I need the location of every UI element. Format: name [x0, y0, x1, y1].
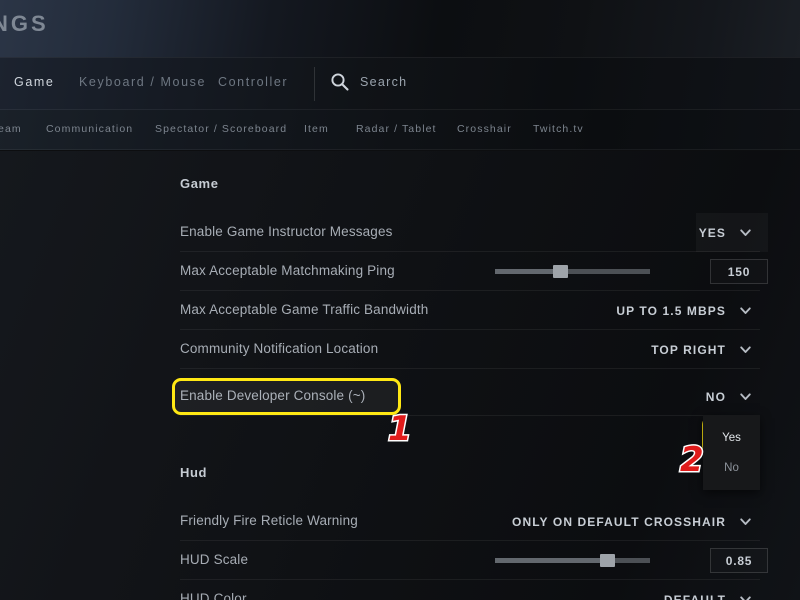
setting-value[interactable]: TOP RIGHT: [651, 343, 726, 357]
setting-label: Enable Developer Console (~): [180, 388, 366, 403]
setting-label: HUD Color: [180, 591, 247, 600]
chevron-down-icon[interactable]: [739, 390, 752, 403]
dropdown-option-label: Yes: [722, 432, 741, 444]
subnav-item-item[interactable]: Item: [304, 123, 329, 135]
setting-label: HUD Scale: [180, 552, 249, 567]
setting-value: 150: [727, 265, 751, 279]
setting-row-max-acceptable-matchmaking-ping[interactable]: Max Acceptable Matchmaking Ping 150: [180, 252, 768, 291]
setting-row-enable-developer-console[interactable]: Enable Developer Console (~) NO: [180, 377, 760, 416]
page-title: NGS: [0, 11, 49, 36]
annotation-marker-2: 2: [679, 440, 706, 480]
chevron-down-icon[interactable]: [739, 226, 752, 239]
dropdown-option-yes[interactable]: Yes: [703, 423, 760, 453]
slider-handle[interactable]: [553, 265, 569, 278]
chevron-down-icon[interactable]: [739, 343, 752, 356]
section-title-hud: Hud: [180, 465, 208, 480]
chevron-down-icon[interactable]: [739, 593, 752, 600]
setting-slider[interactable]: [495, 554, 650, 567]
subnav-item-eam[interactable]: eam: [0, 123, 22, 135]
setting-value-input[interactable]: 150: [710, 259, 768, 284]
annotation-marker-1: 1: [387, 409, 414, 449]
slider-handle[interactable]: [599, 554, 615, 567]
setting-label: Friendly Fire Reticle Warning: [180, 513, 358, 528]
setting-value[interactable]: DEFAULT: [664, 593, 726, 600]
search-label: Search: [360, 75, 408, 89]
setting-label: Max Acceptable Matchmaking Ping: [180, 263, 395, 278]
setting-value[interactable]: YES: [699, 226, 726, 240]
setting-row-friendly-fire-reticle-warning[interactable]: Friendly Fire Reticle Warning ONLY ON DEF…: [180, 502, 760, 541]
setting-row-community-notification-location[interactable]: Community Notification Location TOP RIGHT: [180, 330, 760, 369]
setting-value[interactable]: UP TO 1.5 MBPS: [616, 304, 726, 318]
slider-fill: [495, 269, 561, 274]
slider-fill: [495, 558, 607, 563]
settings-window: NGS Game Keyboard / Mouse Controller Searc…: [0, 0, 800, 600]
tab-separator: [314, 67, 315, 101]
tab-controller[interactable]: Controller: [218, 75, 288, 89]
dropdown-option-label: No: [724, 462, 739, 474]
chevron-down-icon[interactable]: [739, 304, 752, 317]
search-icon: [330, 72, 350, 92]
setting-label: Enable Game Instructor Messages: [180, 224, 393, 239]
setting-label: Community Notification Location: [180, 341, 379, 356]
dropdown-option-no[interactable]: No: [703, 453, 760, 483]
subnav-item-crosshair[interactable]: Crosshair: [457, 123, 512, 135]
section-title-game: Game: [180, 176, 219, 191]
chevron-down-icon[interactable]: [739, 515, 752, 528]
developer-console-dropdown-panel[interactable]: Yes No: [703, 415, 760, 490]
setting-row-max-acceptable-game-traffic-bandwidth[interactable]: Max Acceptable Game Traffic Bandwidth UP …: [180, 291, 760, 330]
setting-slider[interactable]: [495, 265, 650, 278]
subnav-item-communication[interactable]: Communication: [46, 123, 133, 135]
primary-tab-bar: Game Keyboard / Mouse Controller Search: [0, 57, 800, 110]
secondary-nav-bar: eam Communication Spectator / Scoreboard It…: [0, 110, 800, 150]
subnav-item-spectator-scoreboard[interactable]: Spectator / Scoreboard: [155, 123, 287, 135]
setting-value[interactable]: NO: [706, 390, 726, 404]
subnav-item-twitch-tv[interactable]: Twitch.tv: [533, 123, 584, 135]
setting-value[interactable]: ONLY ON DEFAULT CROSSHAIR: [512, 515, 726, 529]
setting-row-hud-scale[interactable]: HUD Scale 0.85: [180, 541, 768, 580]
window-header: NGS: [0, 0, 800, 57]
subnav-item-radar-tablet[interactable]: Radar / Tablet: [356, 123, 437, 135]
setting-row-hud-color[interactable]: HUD Color DEFAULT: [180, 580, 760, 600]
setting-label: Max Acceptable Game Traffic Bandwidth: [180, 302, 429, 317]
tab-keyboard-mouse[interactable]: Keyboard / Mouse: [79, 75, 206, 89]
setting-value-input[interactable]: 0.85: [710, 548, 768, 573]
setting-row-enable-game-instructor-messages[interactable]: Enable Game Instructor Messages YES: [180, 213, 760, 252]
settings-content: Game Hud Enable Game Instructor Messages Y…: [0, 151, 800, 600]
setting-value: 0.85: [725, 554, 753, 568]
tab-game[interactable]: Game: [14, 75, 54, 89]
